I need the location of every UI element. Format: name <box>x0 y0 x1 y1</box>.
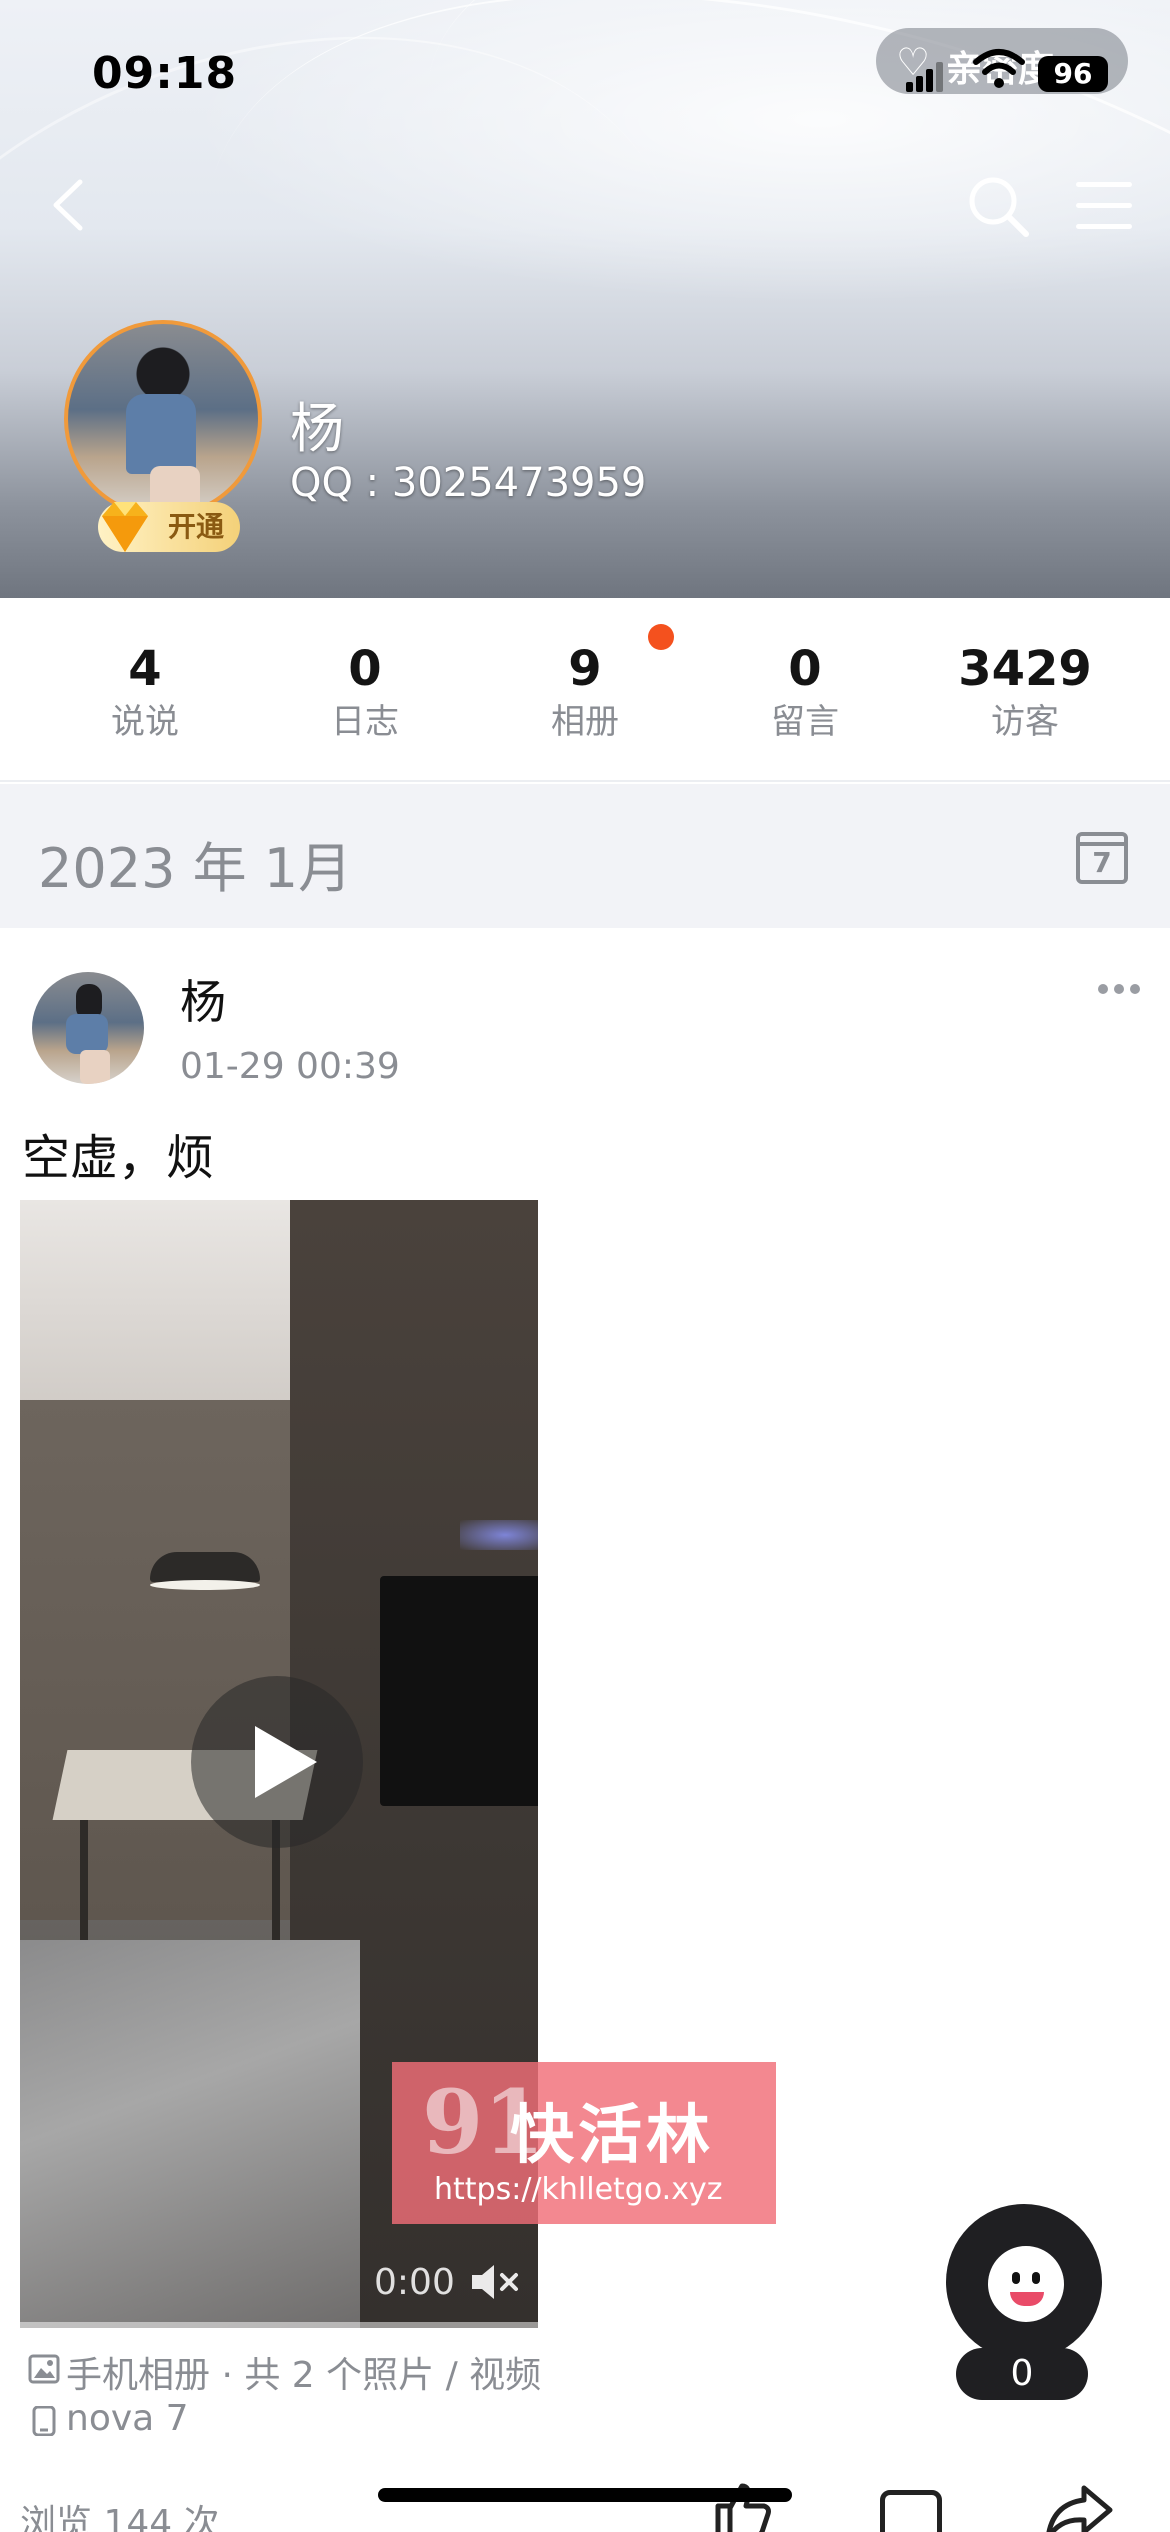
wifi-icon <box>973 49 1025 88</box>
profile-avatar[interactable] <box>64 320 262 518</box>
post-text: 空虚，烦 <box>22 1130 215 1186</box>
mute-icon[interactable] <box>470 2262 522 2302</box>
watermark-url: https://khlletgo.xyz <box>434 2172 723 2207</box>
search-icon[interactable] <box>966 174 1030 238</box>
post-author[interactable]: 杨 <box>180 966 226 1032</box>
signal-icon <box>906 62 944 92</box>
watermark-name: 快活林 <box>510 2099 714 2173</box>
stat-messages[interactable]: 0 留言 <box>695 642 915 744</box>
stat-blog[interactable]: 0 日志 <box>255 642 475 744</box>
stat-visitors[interactable]: 3429 访客 <box>915 642 1135 744</box>
diamond-icon <box>102 502 148 552</box>
more-icon[interactable] <box>1098 984 1140 996</box>
video-progress[interactable] <box>20 2322 538 2328</box>
stat-value: 4 <box>128 641 162 697</box>
status-time: 09:18 <box>92 48 238 99</box>
profile-qq: QQ : 3025473959 <box>290 460 647 506</box>
stat-value: 9 <box>568 641 602 697</box>
stat-label: 留言 <box>771 702 839 742</box>
stat-label: 访客 <box>991 702 1059 742</box>
stat-album[interactable]: 9 相册 <box>475 642 695 744</box>
back-icon[interactable] <box>46 176 94 234</box>
stats-bar: 4 说说 0 日志 9 相册 0 留言 3429 访客 <box>0 598 1170 782</box>
comment-icon[interactable] <box>880 2490 942 2532</box>
home-indicator[interactable] <box>378 2488 792 2502</box>
month-header: 2023 年 1月 <box>0 784 1170 928</box>
play-button[interactable] <box>191 1676 363 1848</box>
stat-shuoshuo[interactable]: 4 说说 <box>35 642 255 744</box>
post-avatar[interactable] <box>32 972 144 1084</box>
calendar-day: 7 <box>1092 846 1112 879</box>
smiley-icon <box>988 2246 1064 2322</box>
post-time: 01-29 00:39 <box>180 1046 400 1087</box>
device-info: nova 7 <box>66 2398 189 2439</box>
menu-icon[interactable] <box>1076 180 1136 232</box>
battery-indicator: 96 <box>1038 56 1108 92</box>
video-time: 0:00 <box>374 2262 455 2303</box>
album-new-dot <box>648 624 674 650</box>
stat-label: 相册 <box>551 702 619 742</box>
profile-name: 杨 <box>290 397 344 460</box>
photo-icon <box>28 2354 60 2384</box>
assistant-count: 0 <box>956 2348 1088 2400</box>
stat-value: 3429 <box>958 641 1092 697</box>
album-info[interactable]: 手机相册 · 共 2 个照片 / 视频 <box>66 2346 541 2398</box>
month-label: 2023 年 1月 <box>38 837 353 900</box>
stat-value: 0 <box>348 641 382 697</box>
view-count: 浏览 144 次 <box>20 2503 220 2532</box>
stat-value: 0 <box>788 641 822 697</box>
phone-icon <box>32 2406 56 2436</box>
watermark: 91 快活林 https://khlletgo.xyz <box>392 2062 776 2224</box>
share-icon[interactable] <box>1044 2484 1114 2532</box>
calendar-icon[interactable]: 7 <box>1076 832 1128 884</box>
stat-label: 日志 <box>331 702 399 742</box>
stat-label: 说说 <box>111 702 179 742</box>
